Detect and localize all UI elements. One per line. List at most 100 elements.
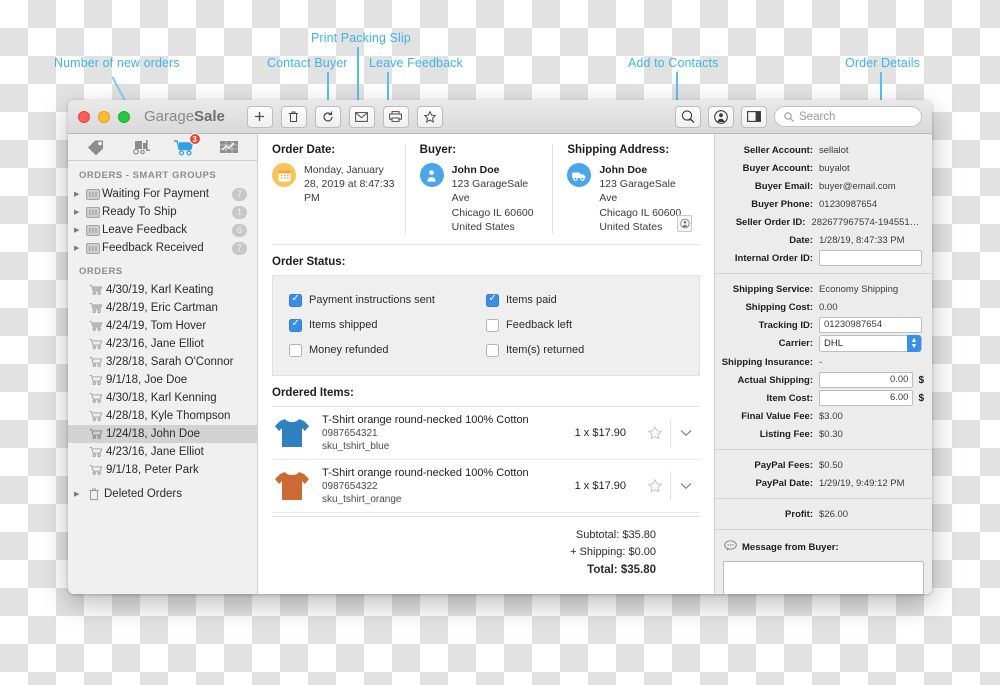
tab-statistics[interactable] bbox=[214, 136, 244, 158]
shipping-address-card: Shipping Address: John Doe 123 GarageSal… bbox=[552, 144, 700, 234]
checkbox-payment-instructions-sent[interactable]: Payment instructions sent bbox=[289, 288, 486, 313]
actual-shipping-input[interactable]: 0.00 bbox=[819, 372, 914, 388]
list-item-selected[interactable]: 1/24/18, John Doe bbox=[68, 425, 257, 443]
disclosure-triangle-icon[interactable]: ▶ bbox=[74, 208, 84, 216]
sidebar-item-deleted-orders[interactable]: ▶ Deleted Orders bbox=[68, 485, 257, 503]
checkbox-icon[interactable] bbox=[486, 293, 499, 307]
sidebar-item-waiting-for-payment[interactable]: ▶ Waiting For Payment 7 bbox=[68, 185, 257, 203]
speech-bubble-icon bbox=[724, 540, 737, 554]
disclosure-triangle-icon[interactable]: ▶ bbox=[74, 226, 84, 234]
add-to-contacts-button[interactable] bbox=[708, 105, 734, 128]
list-item[interactable]: 9/1/18, Peter Park bbox=[68, 461, 257, 479]
list-item[interactable]: 9/1/18, Joe Doe bbox=[68, 371, 257, 389]
checkbox-icon[interactable] bbox=[486, 343, 499, 357]
message-from-buyer-textarea[interactable] bbox=[723, 561, 924, 594]
orders-list: 4/30/19, Karl Keating 4/28/19, Eric Cart… bbox=[68, 281, 257, 503]
chevron-up-down-icon[interactable]: ▲ ▼ bbox=[907, 335, 921, 352]
tab-listings[interactable] bbox=[81, 136, 111, 158]
table-row[interactable]: T-Shirt orange round-necked 100% Cotton … bbox=[272, 407, 700, 460]
list-item[interactable]: 3/28/18, Sarah O'Connor bbox=[68, 353, 257, 371]
sidebar-item-ready-to-ship[interactable]: ▶ Ready To Ship 1 bbox=[68, 203, 257, 221]
carrier-select[interactable]: DHL ▲ ▼ bbox=[819, 335, 922, 352]
row-label: Buyer Email: bbox=[754, 180, 813, 192]
checkbox-feedback-left[interactable]: Feedback left bbox=[486, 313, 683, 338]
search-scope-button[interactable] bbox=[675, 105, 701, 128]
item-price: 1 x $17.90 bbox=[574, 479, 626, 492]
add-to-contacts-inline-button[interactable] bbox=[677, 214, 693, 232]
truck-icon bbox=[567, 163, 592, 187]
sidebar-item-feedback-received[interactable]: ▶ Feedback Received 7 bbox=[68, 239, 257, 257]
toggle-inspector-button[interactable] bbox=[741, 105, 767, 128]
window-controls[interactable] bbox=[78, 110, 130, 123]
checkbox-items-shipped[interactable]: Items shipped bbox=[289, 313, 486, 338]
search-input[interactable]: Search bbox=[774, 106, 922, 127]
inspector-row-listing-fee: Listing Fee: $0.30 bbox=[715, 425, 932, 443]
checkbox-icon[interactable] bbox=[289, 318, 302, 332]
tracking-id-input[interactable]: 01230987654 bbox=[819, 317, 922, 333]
leave-feedback-button[interactable] bbox=[416, 105, 443, 128]
minimize-icon[interactable] bbox=[98, 110, 110, 123]
checkbox-money-refunded[interactable]: Money refunded bbox=[289, 338, 486, 363]
inspector-row-buyer-phone: Buyer Phone: 01230987654 bbox=[715, 195, 932, 213]
sidebar-tabs: 3 bbox=[68, 133, 257, 161]
checkbox-items-returned[interactable]: Item(s) returned bbox=[486, 338, 683, 363]
disclosure-triangle-icon[interactable]: ▶ bbox=[74, 490, 84, 498]
list-item[interactable]: 4/24/19, Tom Hover bbox=[68, 317, 257, 335]
add-button[interactable] bbox=[246, 105, 273, 128]
item-expand-chevron-icon[interactable] bbox=[670, 470, 700, 501]
search-placeholder: Search bbox=[799, 110, 836, 123]
close-icon[interactable] bbox=[78, 110, 90, 123]
list-item[interactable]: 4/30/18, Karl Kenning bbox=[68, 389, 257, 407]
item-cost-input[interactable]: 6.00 bbox=[819, 390, 914, 406]
status-column-right: Items paid Feedback left Item(s) returne… bbox=[486, 288, 683, 363]
list-item-label: 9/1/18, Joe Doe bbox=[106, 374, 188, 386]
row-value: 1/28/19, 8:47:33 PM bbox=[819, 234, 905, 246]
checkbox-icon[interactable] bbox=[486, 318, 499, 332]
checkbox-items-paid[interactable]: Items paid bbox=[486, 288, 683, 313]
refresh-button[interactable] bbox=[314, 105, 341, 128]
row-value: $26.00 bbox=[819, 508, 849, 520]
annotation-leave-feedback: Leave Feedback bbox=[369, 56, 463, 70]
shipping-address-title: Shipping Address: bbox=[567, 144, 670, 156]
contact-buyer-button[interactable] bbox=[348, 105, 375, 128]
order-status-title: Order Status: bbox=[272, 255, 346, 268]
table-row[interactable]: T-Shirt orange round-necked 100% Cotton … bbox=[272, 460, 700, 513]
sidebar-item-leave-feedback[interactable]: ▶ Leave Feedback 6 bbox=[68, 221, 257, 239]
list-item[interactable]: 4/23/16, Jane Elliot bbox=[68, 335, 257, 353]
list-item-label: 4/23/16, Jane Elliot bbox=[106, 338, 204, 350]
smart-groups-header: ORDERS - SMART GROUPS bbox=[79, 170, 217, 181]
checkbox-label: Item(s) returned bbox=[506, 344, 585, 357]
delete-button[interactable] bbox=[280, 105, 307, 128]
buyer-name: John Doe bbox=[451, 164, 500, 176]
item-star-icon[interactable] bbox=[640, 425, 670, 440]
item-sku: sku_tshirt_orange bbox=[322, 493, 402, 505]
maximize-icon[interactable] bbox=[118, 110, 130, 123]
order-totals: Subtotal: $35.80 + Shipping: $0.00 Total… bbox=[272, 516, 700, 594]
shipping-name: John Doe bbox=[599, 164, 648, 176]
row-label: Final Value Fee: bbox=[741, 410, 813, 422]
disclosure-triangle-icon[interactable]: ▶ bbox=[74, 190, 84, 198]
buyer-line1: 123 GarageSale Ave bbox=[451, 178, 529, 205]
tab-orders[interactable]: 3 bbox=[170, 133, 201, 158]
window-titlebar: GarageSale Search bbox=[68, 100, 932, 134]
item-name: T-Shirt orange round-necked 100% Cotton bbox=[322, 466, 529, 479]
list-item[interactable]: 4/23/16, Jane Elliot bbox=[68, 443, 257, 461]
list-item[interactable]: 4/28/18, Kyle Thompson bbox=[68, 407, 257, 425]
checkbox-icon[interactable] bbox=[289, 343, 302, 357]
list-item[interactable]: 4/28/19, Eric Cartman bbox=[68, 299, 257, 317]
inspector-row-tracking-id: Tracking ID: 01230987654 bbox=[715, 316, 932, 334]
print-packing-slip-button[interactable] bbox=[382, 105, 409, 128]
sidebar-item-label: Leave Feedback bbox=[102, 224, 188, 236]
checkbox-icon[interactable] bbox=[289, 293, 302, 307]
list-item[interactable]: 4/30/19, Karl Keating bbox=[68, 281, 257, 299]
internal-order-id-input[interactable] bbox=[819, 250, 922, 266]
item-expand-chevron-icon[interactable] bbox=[670, 417, 700, 448]
disclosure-triangle-icon[interactable]: ▶ bbox=[74, 244, 84, 252]
inspector-row-internal-order-id: Internal Order ID: bbox=[715, 249, 932, 267]
item-id: 0987654321 bbox=[322, 427, 378, 439]
tab-shipping[interactable] bbox=[125, 136, 155, 158]
sidebar-item-count: 6 bbox=[232, 223, 247, 237]
cart-icon bbox=[86, 392, 106, 404]
item-star-icon[interactable] bbox=[640, 478, 670, 493]
annotation-order-details: Order Details bbox=[845, 56, 920, 70]
